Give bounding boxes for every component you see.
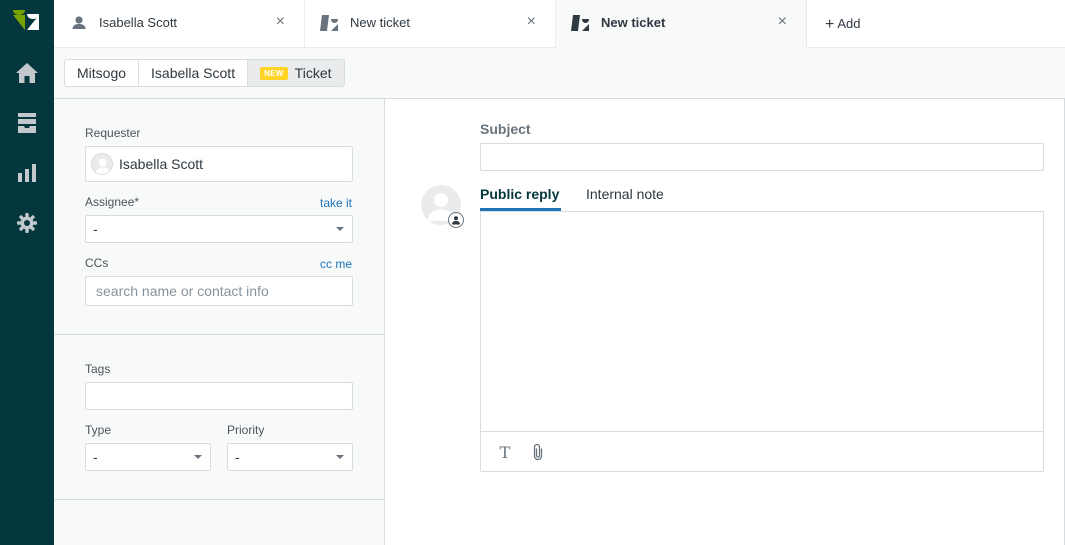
text-format-icon[interactable]: T <box>495 442 515 462</box>
ticket-breadcrumb-bar: Mitsogo Isabella Scott NEW Ticket <box>54 48 1065 99</box>
workspace-tab-bar: Isabella Scott × New ticket × New ticket… <box>54 0 1065 48</box>
breadcrumb-organization[interactable]: Mitsogo <box>65 60 140 86</box>
tab-public-reply[interactable]: Public reply <box>480 186 559 202</box>
plus-icon: + <box>825 16 835 33</box>
user-icon <box>68 15 90 31</box>
type-value: - <box>93 449 98 465</box>
assignee-value: - <box>93 221 98 237</box>
home-icon[interactable] <box>13 59 41 87</box>
section-divider <box>54 499 384 500</box>
add-tab-label: Add <box>837 16 861 31</box>
breadcrumb-ticket-label: Ticket <box>294 65 332 81</box>
chevron-down-icon <box>336 227 344 231</box>
tab-label: New ticket <box>350 15 410 30</box>
breadcrumb-requester[interactable]: Isabella Scott <box>139 60 249 86</box>
close-tab-icon[interactable]: × <box>778 13 787 31</box>
tags-label: Tags <box>85 362 111 376</box>
tab-new-ticket-1[interactable]: New ticket × <box>305 0 556 47</box>
main-nav <box>0 0 54 545</box>
ticket-icon <box>570 15 592 31</box>
tags-input[interactable] <box>85 382 353 410</box>
section-divider <box>54 334 384 335</box>
ticket-icon <box>319 15 341 31</box>
close-tab-icon[interactable]: × <box>527 13 536 31</box>
ccs-input[interactable]: search name or contact info <box>85 276 353 306</box>
close-tab-icon[interactable]: × <box>276 13 285 31</box>
zendesk-logo-icon[interactable] <box>13 10 41 34</box>
chevron-down-icon <box>336 455 344 459</box>
requester-avatar <box>91 153 113 175</box>
priority-select[interactable]: - <box>227 443 353 471</box>
tab-label: Isabella Scott <box>99 15 178 30</box>
new-status-badge: NEW <box>260 66 288 80</box>
reporting-icon[interactable] <box>13 159 41 187</box>
type-label: Type <box>85 423 112 437</box>
tab-internal-note[interactable]: Internal note <box>586 186 664 202</box>
ticket-properties-panel: Requester Isabella Scott Assignee* take … <box>54 99 385 545</box>
requester-label: Requester <box>85 126 141 140</box>
cc-me-link[interactable]: cc me <box>320 257 352 271</box>
ccs-placeholder: search name or contact info <box>96 283 269 299</box>
admin-gear-icon[interactable] <box>13 209 41 237</box>
chevron-down-icon <box>194 455 202 459</box>
priority-value: - <box>235 449 240 465</box>
tab-user-isabella-scott[interactable]: Isabella Scott × <box>54 0 305 47</box>
tab-label: New ticket <box>601 15 666 30</box>
requester-field[interactable]: Isabella Scott <box>85 146 353 182</box>
take-it-link[interactable]: take it <box>320 196 352 210</box>
assignee-label: Assignee* <box>85 195 140 209</box>
agent-status-icon <box>448 212 464 228</box>
add-tab-button[interactable]: + Add <box>825 15 860 33</box>
ticket-conversation-area: Subject Public reply Internal note T <box>385 99 1065 545</box>
attachment-icon[interactable] <box>528 442 548 462</box>
requester-value: Isabella Scott <box>119 156 204 172</box>
assignee-select[interactable]: - <box>85 215 353 243</box>
comment-editor[interactable]: T <box>480 211 1044 472</box>
breadcrumb: Mitsogo Isabella Scott NEW Ticket <box>64 59 345 87</box>
type-select[interactable]: - <box>85 443 211 471</box>
tab-new-ticket-2[interactable]: New ticket × <box>556 0 807 48</box>
subject-input[interactable] <box>480 143 1044 171</box>
breadcrumb-current-ticket[interactable]: NEW Ticket <box>248 60 344 86</box>
subject-label: Subject <box>480 121 531 137</box>
ccs-label: CCs <box>85 256 109 270</box>
editor-toolbar: T <box>481 431 1043 471</box>
views-icon[interactable] <box>13 109 41 137</box>
priority-label: Priority <box>227 423 265 437</box>
